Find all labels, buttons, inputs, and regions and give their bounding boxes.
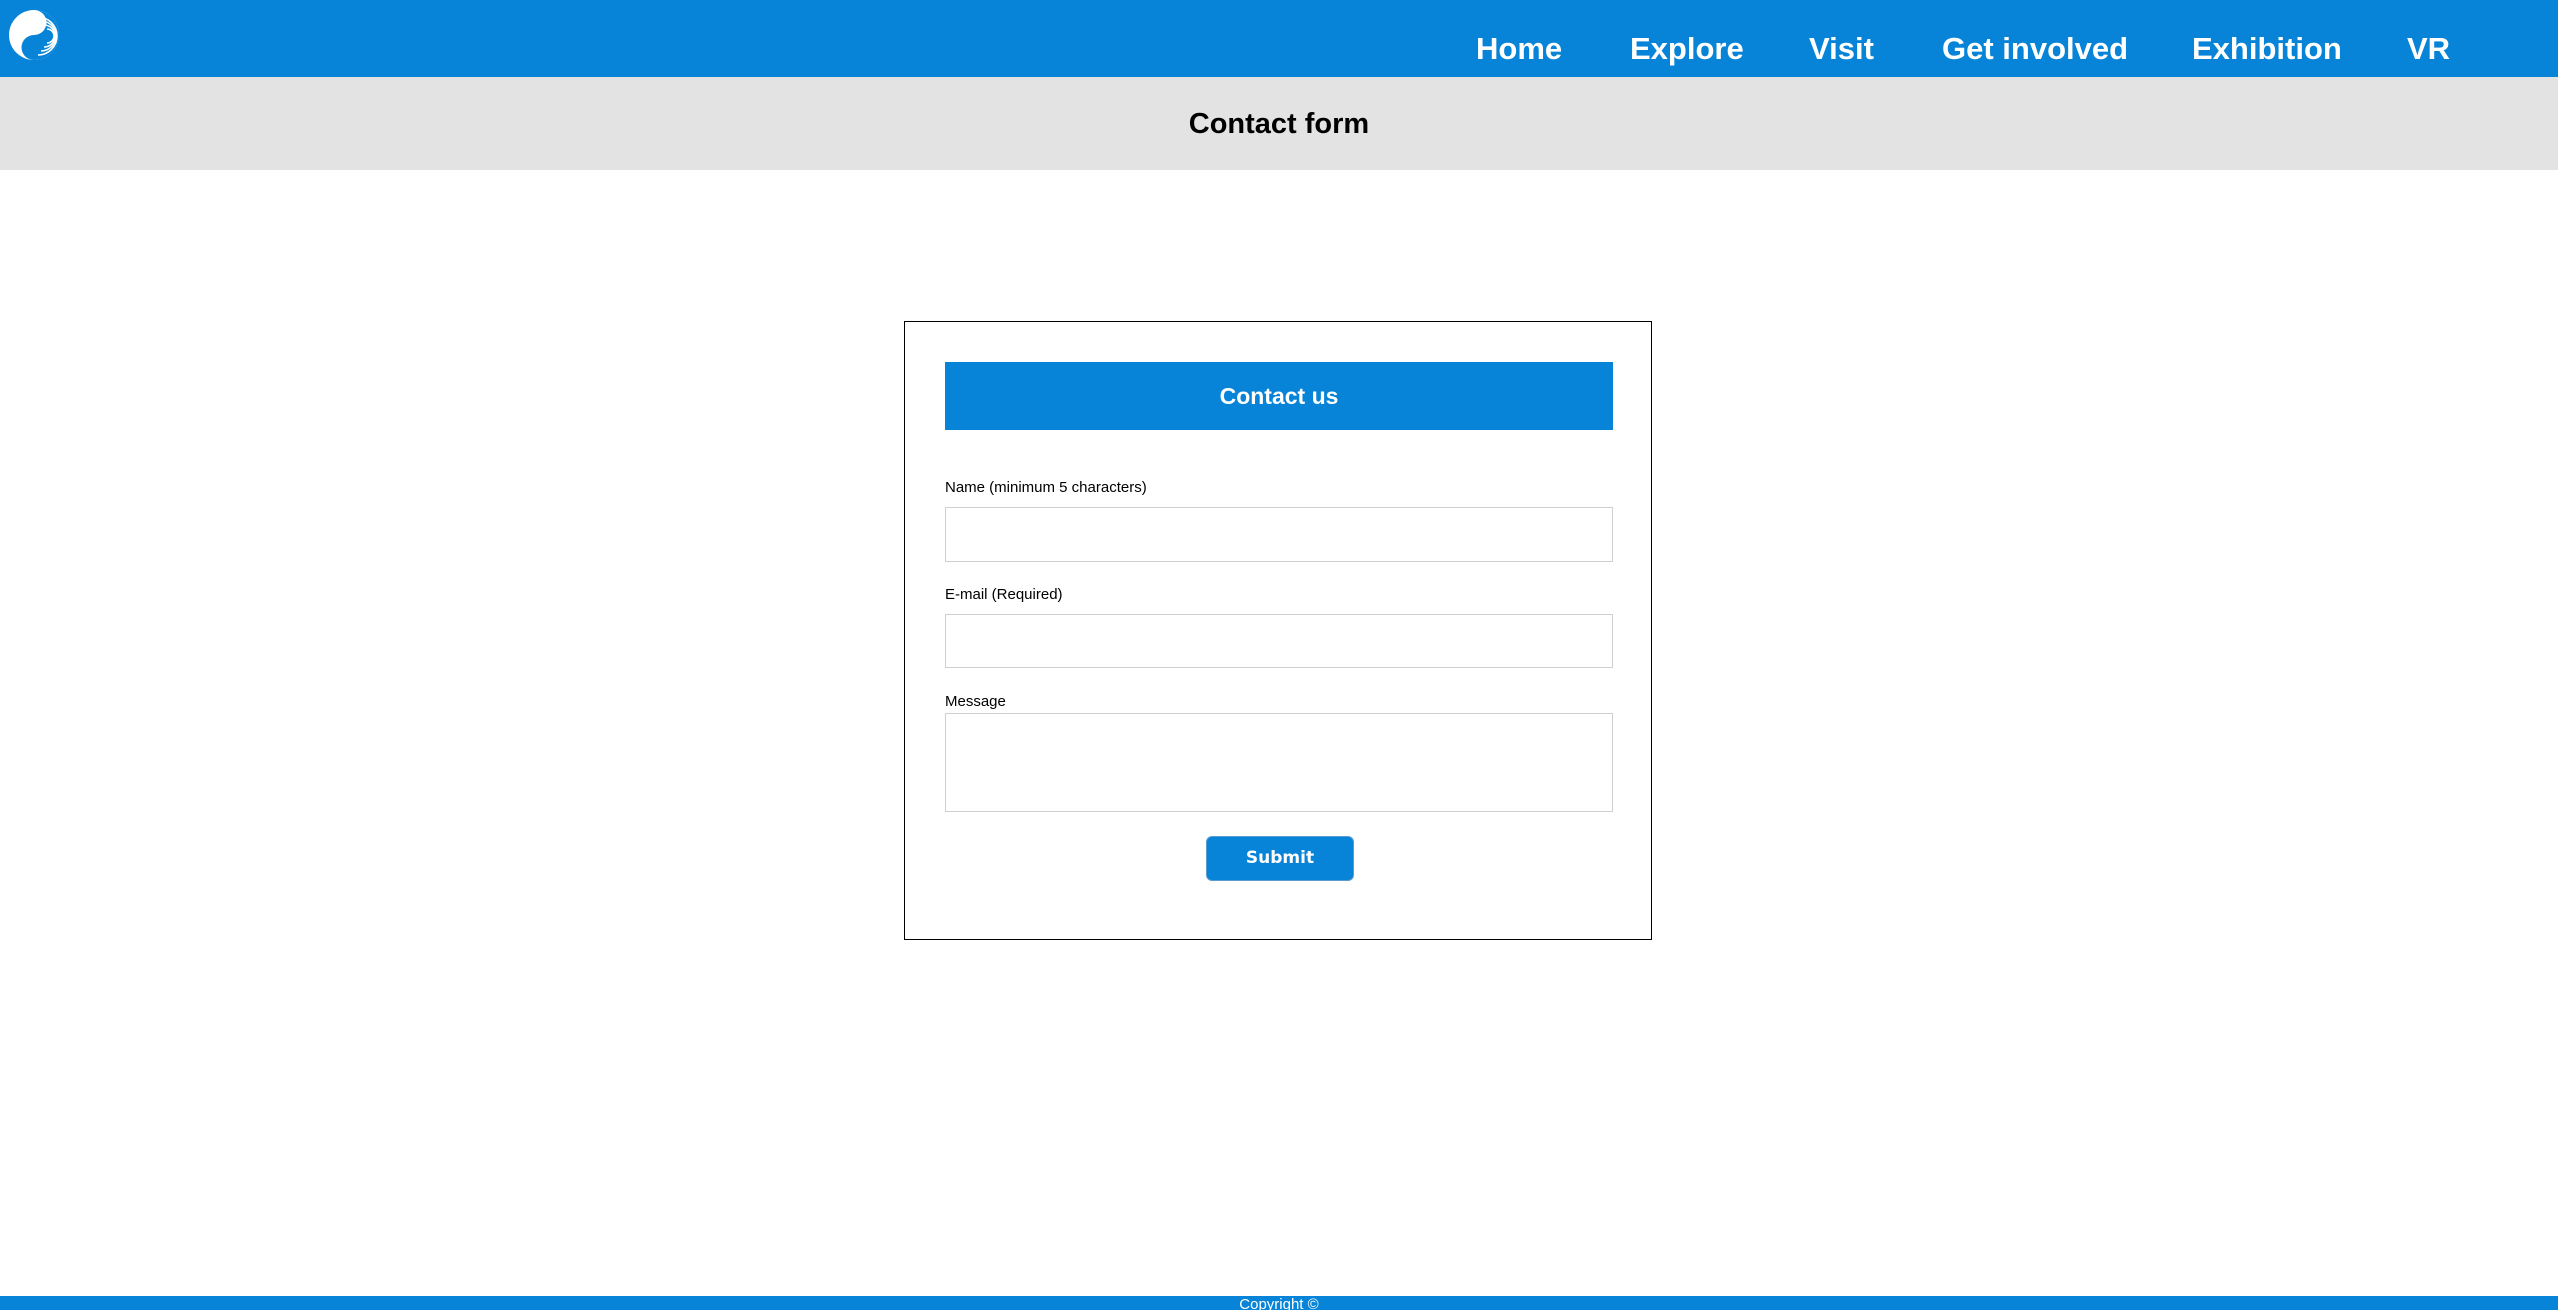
submit-button[interactable]: Submit — [1206, 836, 1354, 881]
nav-explore[interactable]: Explore — [1630, 31, 1744, 67]
swirl-logo-icon[interactable] — [8, 9, 60, 61]
name-field[interactable] — [945, 507, 1613, 562]
nav-visit[interactable]: Visit — [1809, 31, 1874, 67]
page-title: Contact form — [1188, 108, 1370, 140]
footer: Copyright © — [0, 1296, 2558, 1313]
nav-get-involved[interactable]: Get involved — [1942, 31, 2128, 67]
top-navigation-bar: Home Explore Visit Get involved Exhibiti… — [0, 0, 2558, 77]
main-nav: Home Explore Visit Get involved Exhibiti… — [1476, 0, 2558, 77]
email-label: E-mail (Required) — [945, 586, 1063, 603]
nav-home[interactable]: Home — [1476, 31, 1562, 67]
message-label: Message — [945, 693, 1006, 710]
name-label: Name (minimum 5 characters) — [945, 479, 1147, 496]
form-heading: Contact us — [945, 362, 1613, 430]
nav-vr[interactable]: VR — [2407, 31, 2450, 67]
contact-form: Contact us Name (minimum 5 characters) E… — [904, 321, 1652, 940]
nav-exhibition[interactable]: Exhibition — [2192, 31, 2342, 67]
copyright-text: Copyright © — [1239, 1296, 1319, 1313]
page-title-bar: Contact form — [0, 77, 2558, 170]
message-field[interactable] — [945, 713, 1613, 812]
email-field[interactable] — [945, 614, 1613, 668]
